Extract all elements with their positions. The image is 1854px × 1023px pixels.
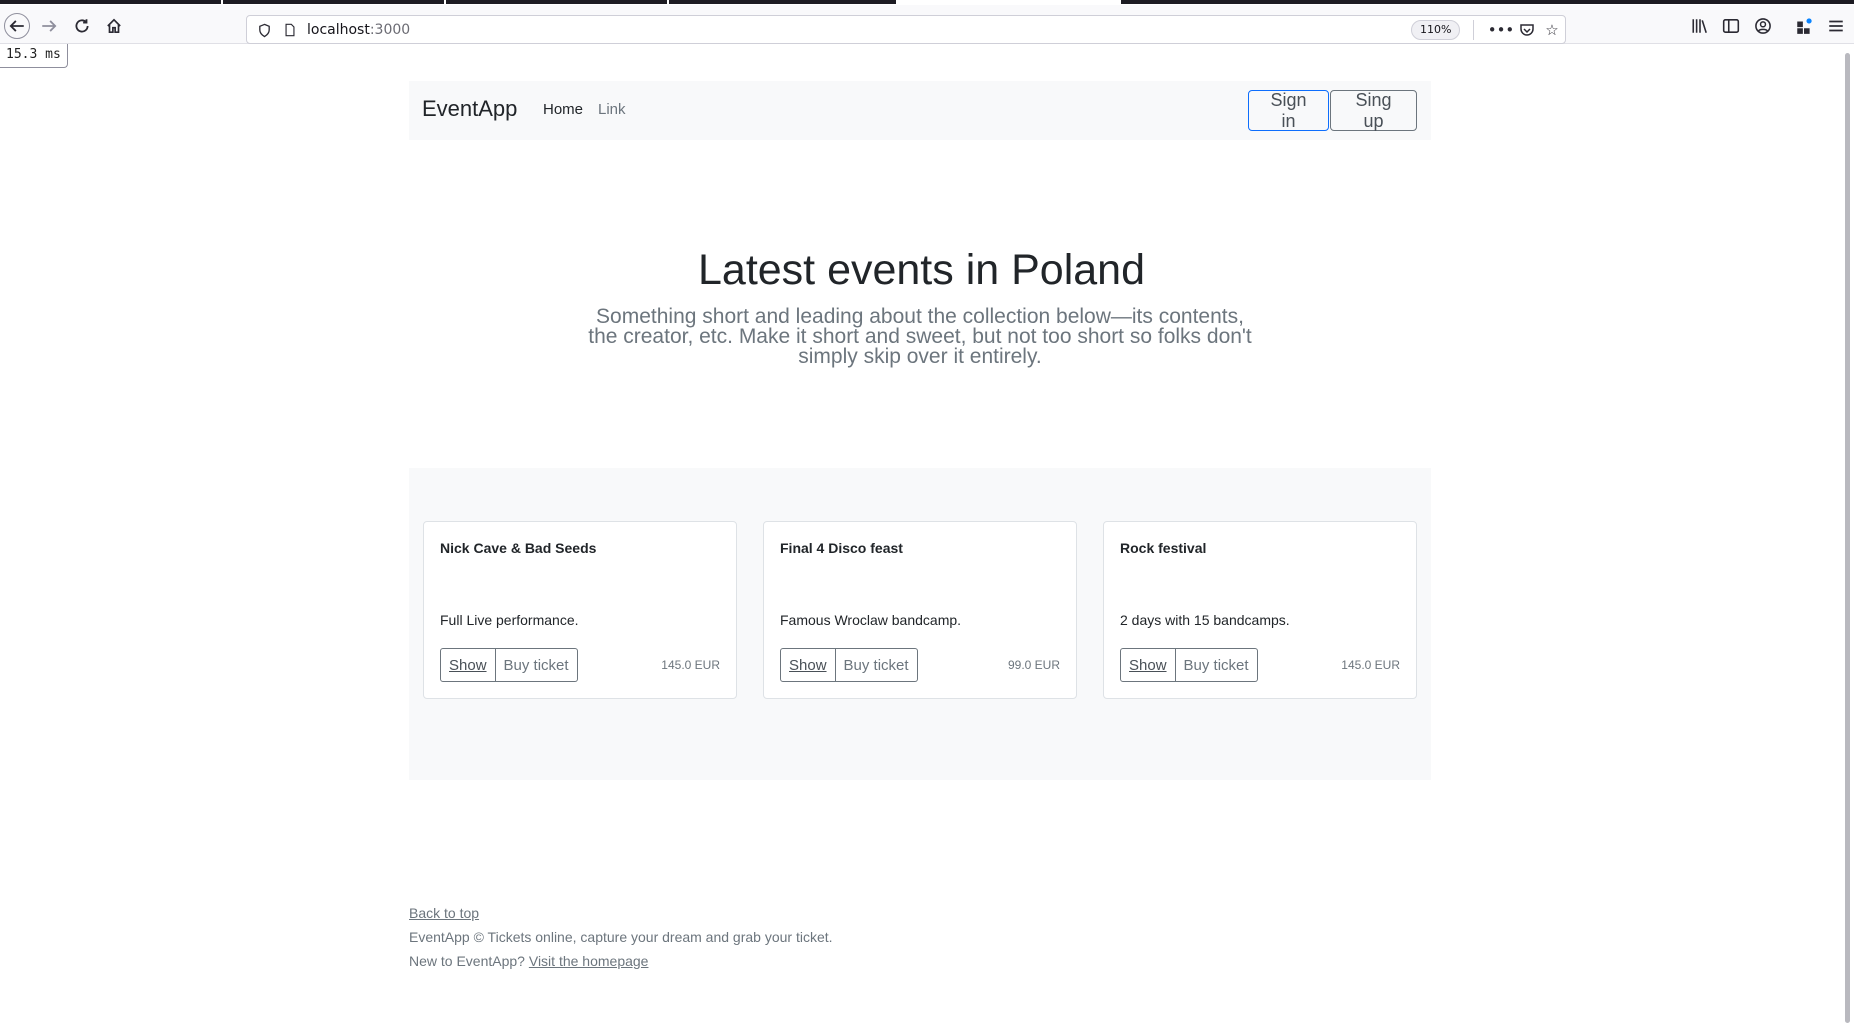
navbar: EventApp Home Link Sign in Sing up: [409, 81, 1431, 140]
page-title: Latest events in Poland: [697, 246, 1146, 294]
pocket-icon[interactable]: [1518, 21, 1536, 39]
tab-indicator[interactable]: [669, 0, 896, 4]
hero-lead: Something short and leading about the co…: [588, 305, 1252, 368]
tab-indicator[interactable]: [446, 0, 667, 4]
event-description: Full Live performance.: [440, 612, 579, 628]
buy-ticket-button[interactable]: Buy ticket: [495, 648, 578, 682]
reload-icon[interactable]: [70, 14, 94, 38]
page-icon: [281, 21, 299, 39]
footer-tagline: EventApp © Tickets online, capture your …: [409, 929, 833, 945]
star-icon[interactable]: ☆: [1543, 21, 1561, 39]
url-bar[interactable]: localhost:3000 110% ••• ☆: [246, 15, 1566, 44]
event-title: Nick Cave & Bad Seeds: [440, 540, 597, 556]
event-actions: Show Buy ticket: [780, 648, 918, 682]
event-description: 2 days with 15 bandcamps.: [1120, 612, 1290, 628]
browser-toolbar: localhost:3000 110% ••• ☆: [0, 5, 1854, 44]
show-button[interactable]: Show: [1120, 648, 1176, 682]
vertical-scrollbar[interactable]: [1843, 45, 1854, 1023]
tab-indicator[interactable]: [1121, 0, 1854, 4]
events-album: Nick Cave & Bad Seeds Full Live performa…: [409, 468, 1431, 780]
event-card: Rock festival 2 days with 15 bandcamps. …: [1103, 521, 1417, 699]
nav-link-home[interactable]: Home: [543, 101, 583, 118]
sign-up-button[interactable]: Sing up: [1330, 90, 1417, 131]
url-host: localhost: [307, 22, 370, 38]
shield-icon[interactable]: [255, 21, 273, 39]
library-icon[interactable]: [1688, 14, 1712, 38]
event-card: Nick Cave & Bad Seeds Full Live performa…: [423, 521, 737, 699]
timing-overlay: 15.3 ms: [0, 44, 68, 68]
more-icon[interactable]: •••: [1488, 21, 1515, 39]
event-card: Final 4 Disco feast Famous Wroclaw bandc…: [763, 521, 1077, 699]
scrollbar-thumb[interactable]: [1845, 53, 1850, 1023]
footer-new-row: New to EventApp? Visit the homepage: [409, 953, 648, 969]
show-button[interactable]: Show: [440, 648, 496, 682]
buy-ticket-button[interactable]: Buy ticket: [1175, 648, 1258, 682]
tab-indicator[interactable]: [0, 0, 221, 4]
url-text[interactable]: localhost:3000: [307, 22, 410, 38]
event-title: Rock festival: [1120, 540, 1207, 556]
sign-in-button[interactable]: Sign in: [1248, 90, 1329, 131]
brand-logo[interactable]: EventApp: [422, 96, 517, 122]
event-actions: Show Buy ticket: [440, 648, 578, 682]
show-button[interactable]: Show: [780, 648, 836, 682]
event-price: 145.0 EUR: [1341, 658, 1400, 672]
footer-new-prefix: New to EventApp?: [409, 953, 525, 969]
footer-back-to-top-row: Back to top: [409, 905, 479, 921]
account-icon[interactable]: [1751, 14, 1775, 38]
tab-indicator[interactable]: [223, 0, 444, 4]
sidebar-icon[interactable]: [1719, 14, 1743, 38]
back-arrow-icon[interactable]: [4, 13, 30, 39]
homepage-link[interactable]: Visit the homepage: [529, 953, 649, 969]
back-to-top-link[interactable]: Back to top: [409, 905, 479, 921]
event-title: Final 4 Disco feast: [780, 540, 903, 556]
url-separator: [1473, 20, 1474, 40]
buy-ticket-button[interactable]: Buy ticket: [835, 648, 918, 682]
extensions-icon[interactable]: [1792, 14, 1816, 38]
url-port: :3000: [369, 22, 411, 38]
page-viewport: EventApp Home Link Sign in Sing up Lates…: [0, 45, 1843, 1023]
zoom-level-badge[interactable]: 110%: [1411, 20, 1461, 40]
menu-icon[interactable]: [1824, 14, 1848, 38]
nav-link-link[interactable]: Link: [598, 101, 626, 118]
forward-arrow-icon[interactable]: [37, 14, 61, 38]
event-actions: Show Buy ticket: [1120, 648, 1258, 682]
home-icon[interactable]: [102, 14, 126, 38]
event-description: Famous Wroclaw bandcamp.: [780, 612, 962, 628]
event-price: 145.0 EUR: [661, 658, 720, 672]
event-price: 99.0 EUR: [1007, 658, 1060, 672]
